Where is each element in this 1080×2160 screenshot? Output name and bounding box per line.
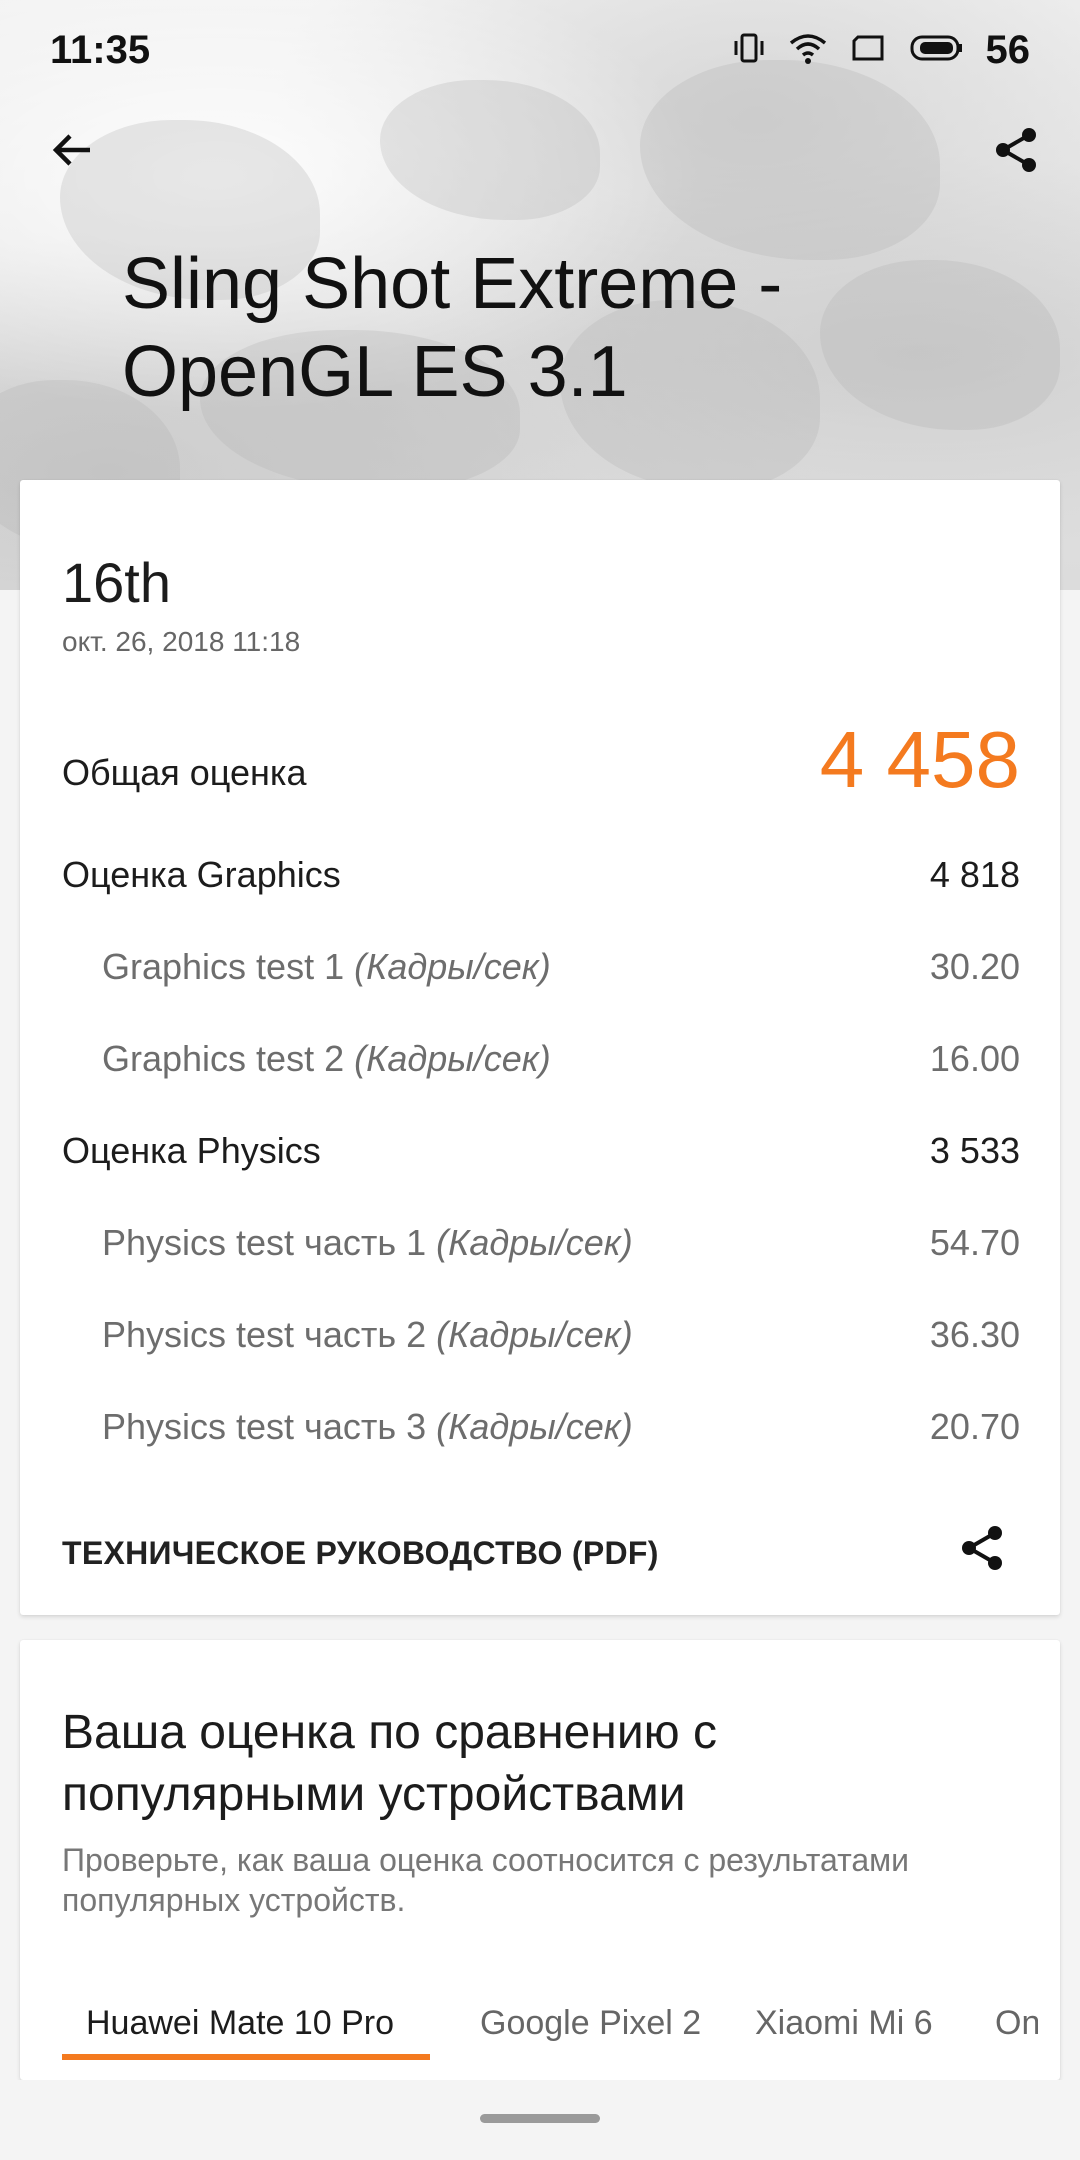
tech-guide-share-button[interactable] — [952, 1520, 1012, 1580]
graphics-test-value: 16.00 — [929, 1038, 1020, 1079]
overall-score-label: Общая оценка — [62, 752, 307, 793]
tab-xiaomi-mi-6[interactable]: Xiaomi Mi 6 — [755, 1986, 933, 2060]
result-date: окт. 26, 2018 11:18 — [62, 626, 301, 657]
screen-icon — [850, 33, 886, 68]
overall-score-value: 4 458 — [819, 715, 1020, 804]
app-bar — [0, 110, 1080, 190]
status-time: 11:35 — [50, 27, 151, 72]
graphics-score-value: 4 818 — [929, 854, 1020, 895]
back-button[interactable] — [40, 120, 104, 184]
physics-test-value: 36.30 — [929, 1314, 1020, 1355]
physics-test-value: 20.70 — [929, 1406, 1020, 1447]
physics-test-row: Physics test часть 3 (Кадры/сек) 20.70 — [20, 1397, 1060, 1457]
graphics-test-row: Graphics test 2 (Кадры/сек) 16.00 — [20, 1029, 1060, 1089]
home-gesture-handle[interactable] — [480, 2114, 600, 2123]
graphics-test-label: Graphics test 2 (Кадры/сек) — [102, 1038, 551, 1079]
result-card: 16th окт. 26, 2018 11:18 Общая оценка 4 … — [20, 480, 1060, 1615]
graphics-test-value: 30.20 — [929, 946, 1020, 987]
share-icon — [991, 125, 1041, 180]
physics-test-row: Physics test часть 2 (Кадры/сек) 36.30 — [20, 1305, 1060, 1365]
active-tab-indicator — [62, 2054, 430, 2060]
comparison-card: Ваша оценка по сравнению с популярными у… — [20, 1640, 1060, 2080]
physics-test-label: Physics test часть 2 (Кадры/сек) — [102, 1314, 633, 1355]
status-bar: 11:35 56 — [0, 0, 1080, 100]
physics-test-label: Physics test часть 1 (Кадры/сек) — [102, 1222, 633, 1263]
graphics-score-label: Оценка Graphics — [62, 854, 341, 895]
comparison-subtitle: Проверьте, как ваша оценка соотносится с… — [62, 1842, 910, 1918]
rank-label: 16th — [62, 551, 171, 614]
device-tabs: Huawei Mate 10 Pro Google Pixel 2 Xiaomi… — [62, 1986, 1038, 2060]
comparison-title: Ваша оценка по сравнению с популярными у… — [62, 1706, 717, 1821]
graphics-score-row: Оценка Graphics 4 818 — [20, 845, 1060, 905]
tab-on[interactable]: On — [995, 1986, 1038, 2060]
tab-google-pixel-2[interactable]: Google Pixel 2 — [480, 1986, 701, 2060]
share-icon — [957, 1523, 1007, 1578]
battery-icon — [908, 33, 964, 68]
status-icons: 56 — [732, 27, 1031, 73]
physics-score-label: Оценка Physics — [62, 1130, 321, 1171]
graphics-test-row: Graphics test 1 (Кадры/сек) 30.20 — [20, 937, 1060, 997]
battery-percent: 56 — [985, 27, 1031, 72]
wifi-icon — [788, 31, 828, 70]
physics-test-row: Physics test часть 1 (Кадры/сек) 54.70 — [20, 1213, 1060, 1273]
physics-score-value: 3 533 — [929, 1130, 1020, 1171]
tab-huawei-mate-10-pro[interactable]: Huawei Mate 10 Pro — [86, 1986, 394, 2060]
physics-score-row: Оценка Physics 3 533 — [20, 1121, 1060, 1181]
page-title: Sling Shot Extreme - OpenGL ES 3.1 — [122, 244, 783, 412]
physics-test-label: Physics test часть 3 (Кадры/сек) — [102, 1406, 633, 1447]
vibrate-icon — [732, 31, 766, 70]
graphics-test-label: Graphics test 1 (Кадры/сек) — [102, 946, 551, 987]
share-button[interactable] — [984, 120, 1048, 184]
physics-test-value: 54.70 — [929, 1222, 1020, 1263]
navigation-bar — [0, 2080, 1080, 2160]
back-arrow-icon — [48, 126, 96, 179]
tech-guide-link[interactable]: ТЕХНИЧЕСКОЕ РУКОВОДСТВО (PDF) — [62, 1535, 659, 1572]
